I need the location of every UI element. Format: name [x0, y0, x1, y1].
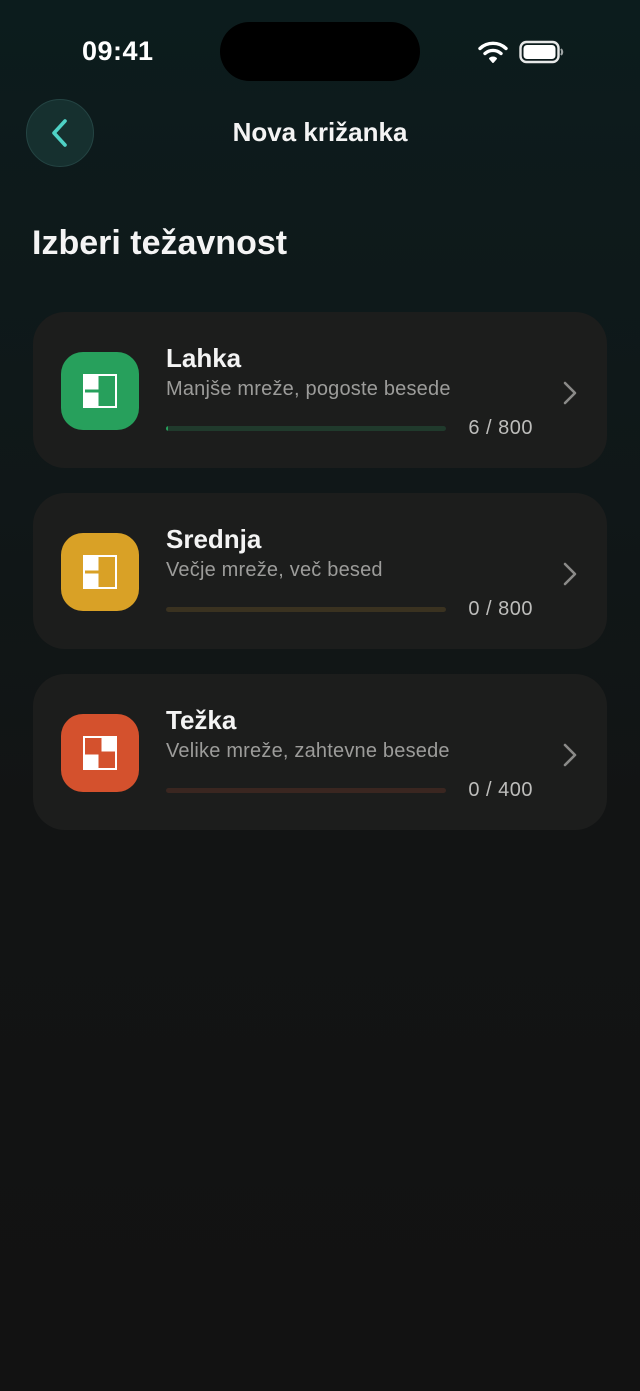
dynamic-island	[220, 22, 420, 81]
difficulty-subtitle: Velike mreže, zahtevne besede	[166, 740, 450, 762]
status-bar: 09:41	[0, 0, 640, 100]
chevron-right-icon	[563, 562, 577, 586]
page-title: Nova križanka	[232, 117, 408, 147]
difficulty-title: Težka	[166, 705, 237, 735]
crossword-grid-icon	[83, 736, 117, 770]
progress-count: 6 / 800	[468, 417, 533, 439]
chevron-right-icon	[563, 743, 577, 767]
progress-fill	[166, 426, 169, 431]
battery-icon	[519, 40, 564, 64]
section-title: Izberi težavnost	[32, 224, 288, 262]
progress-bar	[166, 607, 446, 612]
crossword-grid-icon	[83, 555, 117, 589]
progress-bar	[166, 788, 446, 793]
progress-count: 0 / 800	[468, 598, 533, 620]
chevron-right-icon	[563, 381, 577, 405]
progress-count: 0 / 400	[468, 779, 533, 801]
difficulty-card-easy[interactable]: Lahka Manjše mreže, pogoste besede 6 / 8…	[33, 312, 607, 468]
difficulty-icon-tile	[61, 533, 139, 611]
wifi-icon	[478, 41, 508, 63]
difficulty-title: Lahka	[166, 343, 242, 373]
difficulty-icon-tile	[61, 352, 139, 430]
difficulty-subtitle: Večje mreže, več besed	[166, 559, 383, 581]
difficulty-card-hard[interactable]: Težka Velike mreže, zahtevne besede 0 / …	[33, 674, 607, 830]
difficulty-card-medium[interactable]: Srednja Večje mreže, več besed 0 / 800	[33, 493, 607, 649]
difficulty-icon-tile	[61, 714, 139, 792]
progress-bar	[166, 426, 446, 431]
difficulty-subtitle: Manjše mreže, pogoste besede	[166, 378, 451, 400]
status-time: 09:41	[82, 36, 154, 66]
difficulty-title: Srednja	[166, 524, 262, 554]
crossword-grid-icon	[83, 374, 117, 408]
